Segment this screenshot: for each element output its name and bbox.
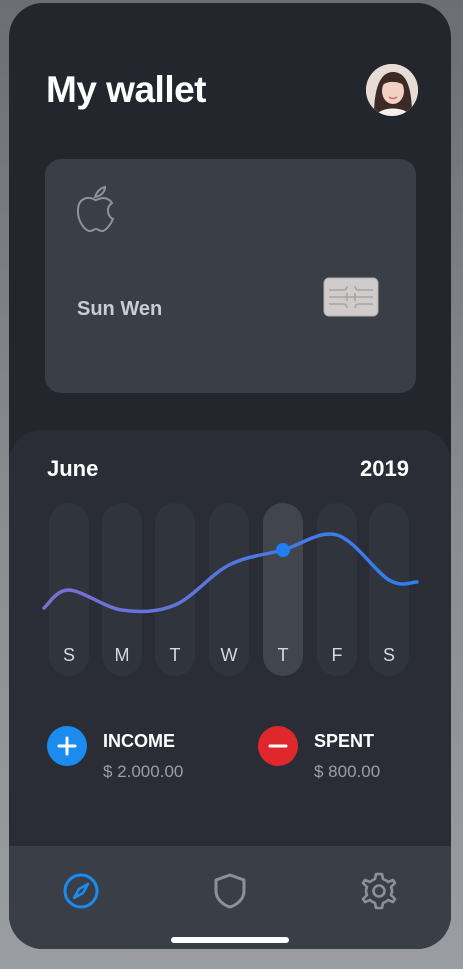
nav-explore-button[interactable] bbox=[60, 870, 102, 912]
year-label: 2019 bbox=[360, 456, 409, 481]
day-column-thursday[interactable]: T bbox=[263, 503, 303, 676]
nav-settings-button[interactable] bbox=[358, 870, 400, 912]
day-column-sunday[interactable]: S bbox=[49, 503, 89, 676]
bottom-nav-bar bbox=[9, 846, 451, 949]
income-add-button[interactable] bbox=[47, 726, 87, 766]
day-column-tuesday[interactable]: T bbox=[155, 503, 195, 676]
shield-icon bbox=[214, 873, 246, 909]
day-label: F bbox=[331, 645, 343, 665]
nav-security-button[interactable] bbox=[209, 870, 251, 912]
day-label: S bbox=[382, 645, 395, 665]
income-label: INCOME bbox=[103, 731, 175, 751]
home-indicator[interactable] bbox=[171, 937, 289, 943]
income-amount: $ 2.000.00 bbox=[103, 762, 184, 781]
day-column-wednesday[interactable]: W bbox=[209, 503, 249, 676]
compass-icon bbox=[63, 873, 99, 909]
day-label: W bbox=[220, 645, 238, 665]
card-chip-icon bbox=[323, 277, 379, 317]
phone-screen: My wallet Sun Wen June 2019 S M T W T F … bbox=[9, 3, 451, 949]
day-label: T bbox=[277, 645, 289, 665]
plus-icon bbox=[57, 736, 77, 756]
spent-remove-button[interactable] bbox=[258, 726, 298, 766]
month-label: June bbox=[47, 456, 99, 481]
minus-icon bbox=[268, 744, 288, 748]
day-label: M bbox=[114, 645, 130, 665]
day-column-monday[interactable]: M bbox=[102, 503, 142, 676]
day-column-friday[interactable]: F bbox=[317, 503, 357, 676]
card-holder-name: Sun Wen bbox=[77, 298, 163, 320]
gear-icon bbox=[361, 872, 397, 910]
avatar[interactable] bbox=[366, 64, 418, 116]
day-column-saturday[interactable]: S bbox=[369, 503, 409, 676]
spent-label: SPENT bbox=[314, 731, 375, 751]
day-label: S bbox=[62, 645, 75, 665]
spent-amount: $ 800.00 bbox=[314, 762, 381, 781]
wallet-card[interactable]: Sun Wen bbox=[45, 159, 416, 393]
page-title: My wallet bbox=[46, 69, 207, 110]
day-label: T bbox=[169, 645, 181, 665]
apple-icon bbox=[76, 185, 115, 233]
